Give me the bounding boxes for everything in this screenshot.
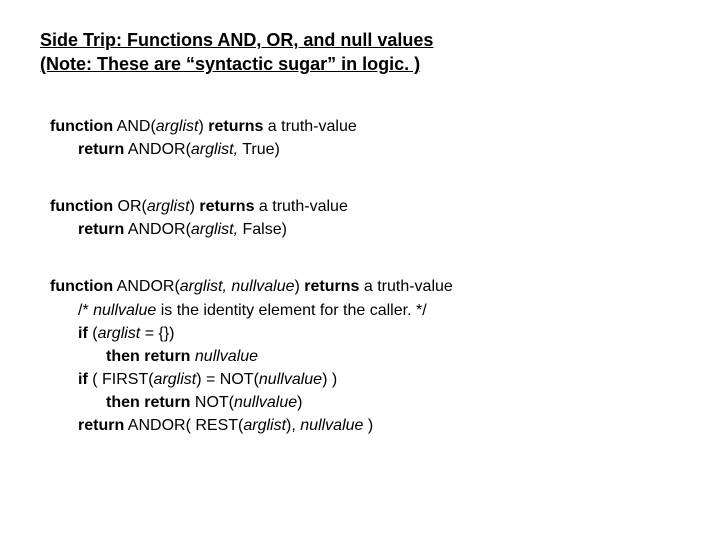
- text: ANDOR(: [124, 141, 191, 158]
- text: is the identity element for the caller. …: [156, 302, 426, 319]
- andor-if2: if ( FIRST(arglist) = NOT(nullvalue) ): [50, 368, 674, 391]
- text: (: [88, 325, 98, 342]
- keyword-return: return: [78, 221, 124, 238]
- andor-function-block: function ANDOR(arglist, nullvalue) retur…: [50, 275, 674, 437]
- text: ANDOR(: [113, 278, 180, 295]
- arg: arglist: [147, 198, 190, 215]
- or-signature: function OR(arglist) returns a truth-val…: [50, 195, 674, 218]
- arg: arglist: [98, 325, 141, 342]
- arg: arglist: [243, 417, 286, 434]
- keyword-returns: returns: [208, 118, 263, 135]
- text: ): [297, 394, 302, 411]
- var: nullvalue: [300, 417, 363, 434]
- text: a truth-value: [263, 118, 356, 135]
- andor-then2: then return NOT(nullvalue): [50, 391, 674, 414]
- keyword-return: return: [78, 417, 124, 434]
- slide: Side Trip: Functions AND, OR, and null v…: [0, 0, 720, 540]
- text: NOT(: [190, 394, 234, 411]
- or-function-block: function OR(arglist) returns a truth-val…: [50, 195, 674, 241]
- title-line-2: (Note: These are “syntactic sugar” in lo…: [40, 54, 420, 74]
- text: False): [238, 221, 287, 238]
- keyword-then-return: then return: [106, 394, 190, 411]
- text: ): [295, 278, 305, 295]
- text: ) ): [322, 371, 337, 388]
- keyword-function: function: [50, 118, 113, 135]
- keyword-returns: returns: [199, 198, 254, 215]
- text: ): [363, 417, 373, 434]
- text: ANDOR(: [124, 221, 191, 238]
- keyword-function: function: [50, 278, 113, 295]
- and-body: return ANDOR(arglist, True): [50, 138, 674, 161]
- text: AND(: [113, 118, 156, 135]
- var: nullvalue: [259, 371, 322, 388]
- arg: arglist,: [191, 221, 238, 238]
- var: nullvalue: [93, 302, 156, 319]
- text: True): [238, 141, 280, 158]
- andor-comment: /* nullvalue is the identity element for…: [50, 299, 674, 322]
- and-function-block: function AND(arglist) returns a truth-va…: [50, 115, 674, 161]
- keyword-if: if: [78, 325, 88, 342]
- andor-signature: function ANDOR(arglist, nullvalue) retur…: [50, 275, 674, 298]
- keyword-if: if: [78, 371, 88, 388]
- text: ( FIRST(: [88, 371, 154, 388]
- text: ) = NOT(: [196, 371, 259, 388]
- arg: arglist,: [191, 141, 238, 158]
- slide-title: Side Trip: Functions AND, OR, and null v…: [40, 28, 674, 77]
- keyword-function: function: [50, 198, 113, 215]
- andor-if1: if (arglist = {}): [50, 322, 674, 345]
- arg: arglist, nullvalue: [180, 278, 295, 295]
- text: ): [198, 118, 208, 135]
- arg: arglist: [154, 371, 197, 388]
- text: /*: [78, 302, 93, 319]
- or-body: return ANDOR(arglist, False): [50, 218, 674, 241]
- and-signature: function AND(arglist) returns a truth-va…: [50, 115, 674, 138]
- text: ANDOR( REST(: [124, 417, 243, 434]
- var: nullvalue: [195, 348, 258, 365]
- text: = {}): [140, 325, 174, 342]
- text: a truth-value: [359, 278, 452, 295]
- text: OR(: [113, 198, 147, 215]
- andor-return: return ANDOR( REST(arglist), nullvalue ): [50, 414, 674, 437]
- text: ),: [286, 417, 300, 434]
- title-line-1: Side Trip: Functions AND, OR, and null v…: [40, 30, 433, 50]
- keyword-then-return: then return: [106, 348, 195, 365]
- text: a truth-value: [254, 198, 347, 215]
- andor-then1: then return nullvalue: [50, 345, 674, 368]
- keyword-return: return: [78, 141, 124, 158]
- text: ): [190, 198, 200, 215]
- arg: arglist: [156, 118, 199, 135]
- var: nullvalue: [234, 394, 297, 411]
- keyword-returns: returns: [304, 278, 359, 295]
